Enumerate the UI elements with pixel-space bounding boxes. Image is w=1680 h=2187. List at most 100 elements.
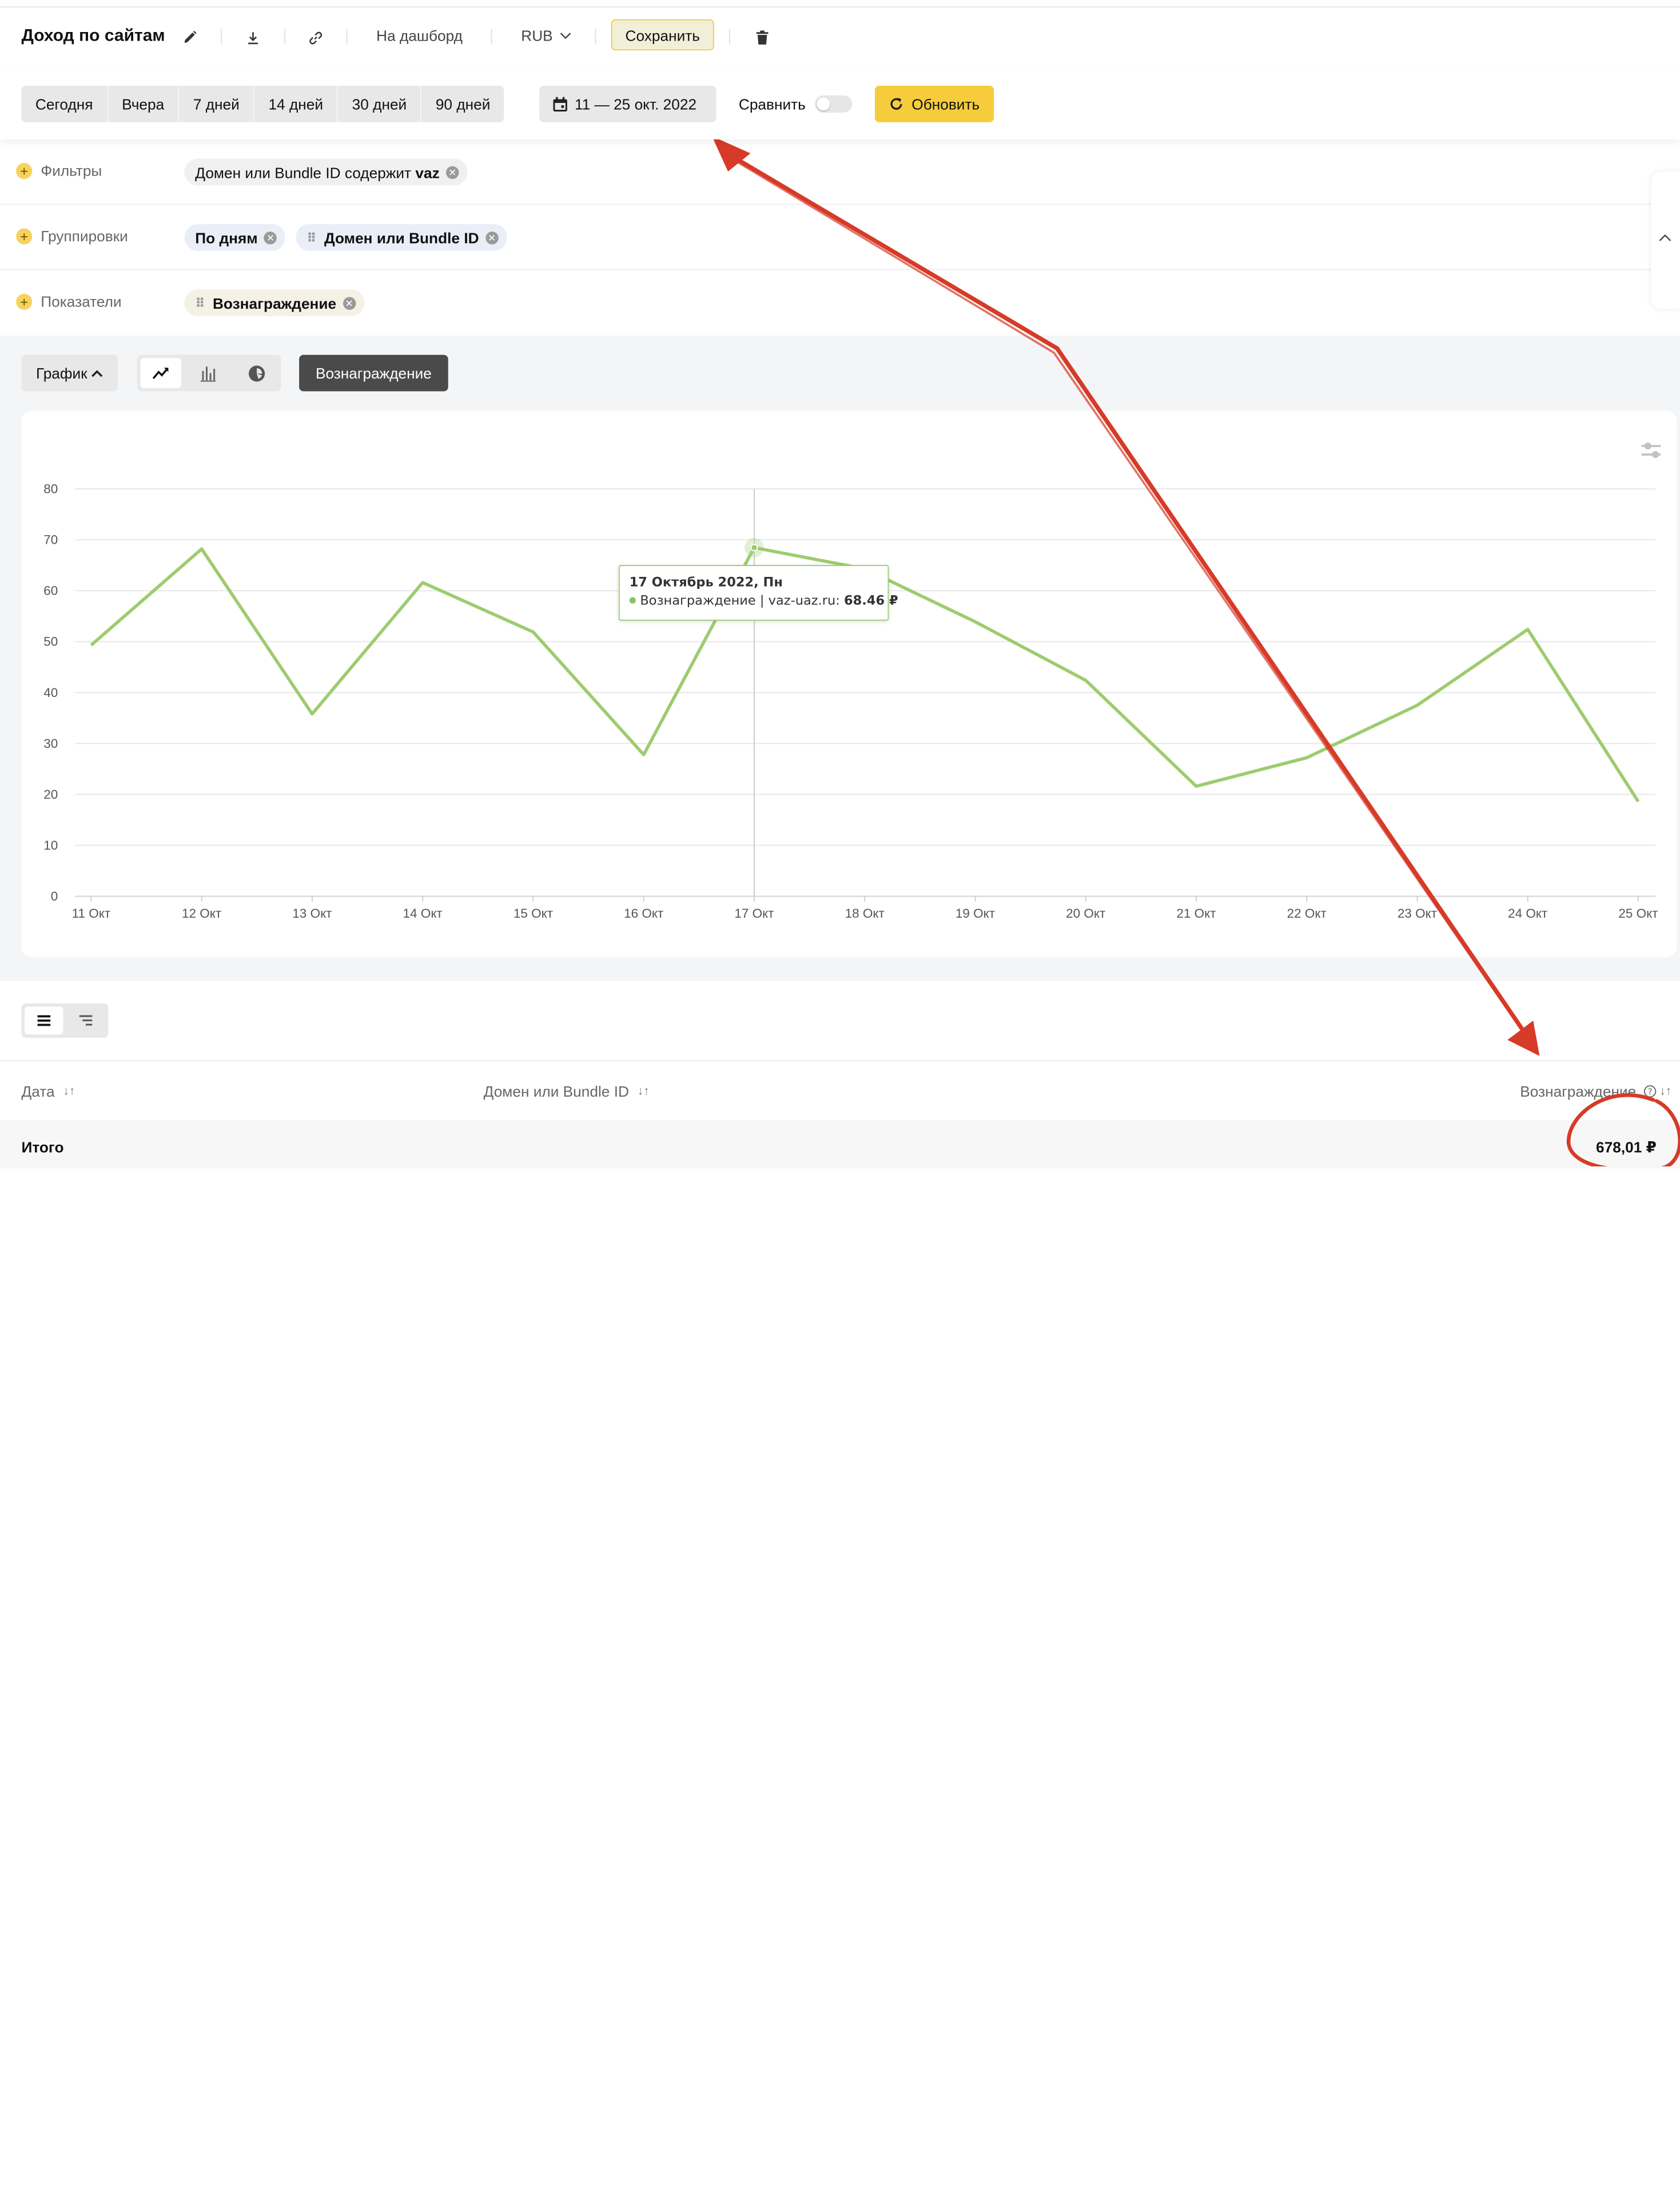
sort-icon[interactable]: ↓↑ bbox=[638, 1085, 650, 1098]
chart-section: График Вознаграждение 010203040506070801… bbox=[0, 336, 1680, 981]
filter-chip[interactable]: Домен или Bundle ID содержит vaz ✕ bbox=[185, 159, 468, 186]
y-tick-label: 10 bbox=[43, 838, 58, 853]
drag-handle-icon[interactable]: ⠿ bbox=[306, 230, 316, 245]
data-point bbox=[974, 620, 977, 624]
data-point bbox=[642, 753, 646, 756]
metric-chip-label: Вознаграждение bbox=[213, 294, 336, 312]
x-tick-label: 18 Окт bbox=[845, 906, 885, 921]
data-point bbox=[1637, 800, 1640, 803]
data-point-highlighted bbox=[751, 544, 757, 551]
report-toolbar: Доход по сайтам На дашборд RUB Сохранить bbox=[0, 7, 1680, 67]
date-range-value: 11 — 25 окт. 2022 bbox=[575, 95, 696, 113]
groupings-label[interactable]: Группировки bbox=[41, 228, 128, 245]
period-90-days[interactable]: 90 дней bbox=[421, 86, 504, 122]
table-total-row: Итого 678,01 ₽ bbox=[0, 1120, 1680, 1168]
remove-metric-icon[interactable]: ✕ bbox=[343, 296, 356, 309]
remove-grouping-icon[interactable]: ✕ bbox=[264, 231, 277, 244]
metrics-label[interactable]: Показатели bbox=[41, 293, 121, 310]
period-7-days[interactable]: 7 дней bbox=[179, 86, 254, 122]
grouping-chip-label: По дням bbox=[195, 229, 257, 246]
line-chart: 0102030405060708011 Окт12 Окт13 Окт14 Ок… bbox=[22, 411, 1677, 957]
x-tick-label: 11 Окт bbox=[72, 906, 111, 921]
x-tick-label: 16 Окт bbox=[624, 906, 663, 921]
tooltip-series: Вознаграждение | vaz-uaz.ru: bbox=[640, 593, 839, 608]
bar-chart-icon bbox=[200, 365, 217, 382]
grouping-chip-domain[interactable]: ⠿ Домен или Bundle ID ✕ bbox=[296, 224, 507, 251]
series-dot-icon bbox=[630, 597, 636, 603]
x-tick-label: 23 Окт bbox=[1398, 906, 1437, 921]
table-view-selector bbox=[22, 1003, 109, 1038]
data-point bbox=[200, 547, 204, 551]
flat-table-view-button[interactable] bbox=[25, 1007, 63, 1035]
add-metric-icon[interactable]: + bbox=[16, 294, 32, 310]
x-tick-label: 21 Окт bbox=[1176, 906, 1216, 921]
refresh-icon bbox=[889, 97, 904, 111]
remove-filter-icon[interactable]: ✕ bbox=[446, 166, 459, 179]
metric-series-button[interactable]: Вознаграждение bbox=[299, 355, 448, 392]
data-point bbox=[421, 581, 424, 584]
refresh-button[interactable]: Обновить bbox=[875, 86, 994, 122]
y-tick-label: 0 bbox=[51, 889, 58, 903]
data-point bbox=[532, 630, 535, 634]
column-header-date[interactable]: Дата↓↑ bbox=[22, 1083, 75, 1100]
sort-icon[interactable]: ↓↑ bbox=[1660, 1085, 1672, 1098]
period-yesterday[interactable]: Вчера bbox=[108, 86, 180, 122]
edit-icon[interactable] bbox=[175, 22, 205, 53]
y-tick-label: 30 bbox=[43, 736, 58, 751]
data-point bbox=[1084, 679, 1088, 682]
table-header: Дата↓↑ Домен или Bundle ID ↓↑ Вознагражде… bbox=[0, 1060, 1680, 1121]
calendar-icon bbox=[552, 96, 568, 112]
drag-handle-icon[interactable]: ⠿ bbox=[195, 296, 204, 310]
period-selector: Сегодня Вчера 7 дней 14 дней 30 дней 90 … bbox=[22, 86, 504, 122]
x-tick-label: 24 Окт bbox=[1508, 906, 1547, 921]
y-tick-label: 50 bbox=[43, 635, 58, 649]
tree-table-view-button[interactable] bbox=[66, 1007, 105, 1035]
add-filter-icon[interactable]: + bbox=[16, 163, 32, 179]
filter-chip-text: Домен или Bundle ID содержит bbox=[195, 164, 415, 181]
save-button[interactable]: Сохранить bbox=[611, 19, 714, 50]
line-chart-icon bbox=[152, 365, 169, 380]
chart-tooltip: 17 Октябрь 2022, Пн Вознаграждение | vaz… bbox=[619, 565, 889, 621]
download-icon[interactable] bbox=[238, 22, 268, 53]
chevron-up-icon[interactable] bbox=[1658, 230, 1673, 245]
data-point bbox=[90, 644, 93, 647]
column-header-label: Домен или Bundle ID bbox=[484, 1083, 629, 1100]
compare-toggle[interactable] bbox=[815, 95, 853, 113]
y-tick-label: 80 bbox=[43, 482, 58, 496]
date-range-picker[interactable]: 11 — 25 окт. 2022 bbox=[539, 86, 716, 122]
filters-label[interactable]: Фильтры bbox=[41, 162, 102, 179]
line-chart-view-button[interactable] bbox=[141, 358, 181, 388]
column-header-reward[interactable]: Вознаграждение ? ↓↑ bbox=[1520, 1083, 1671, 1100]
graph-toggle-button[interactable]: График bbox=[22, 355, 118, 392]
y-tick-label: 70 bbox=[43, 533, 58, 547]
data-point bbox=[1305, 756, 1308, 759]
data-point bbox=[1416, 704, 1419, 707]
sort-icon[interactable]: ↓↑ bbox=[63, 1085, 75, 1098]
to-dashboard-link[interactable]: На дашборд bbox=[376, 27, 463, 44]
period-today[interactable]: Сегодня bbox=[22, 86, 108, 122]
x-tick-label: 15 Окт bbox=[513, 906, 553, 921]
pie-chart-view-button[interactable] bbox=[236, 358, 277, 388]
grouping-chip-days[interactable]: По дням ✕ bbox=[185, 224, 286, 251]
graph-toggle-label: График bbox=[36, 365, 87, 382]
period-30-days[interactable]: 30 дней bbox=[338, 86, 421, 122]
metric-chip[interactable]: ⠿ Вознаграждение ✕ bbox=[185, 289, 364, 316]
currency-value: RUB bbox=[521, 27, 552, 44]
trash-icon[interactable] bbox=[747, 22, 778, 53]
date-controls: Сегодня Вчера 7 дней 14 дней 30 дней 90 … bbox=[0, 66, 1680, 140]
help-icon[interactable]: ? bbox=[1643, 1085, 1657, 1098]
metrics-row: + Показатели ⠿ Вознаграждение ✕ bbox=[0, 270, 1680, 335]
remove-grouping-icon[interactable]: ✕ bbox=[485, 231, 499, 244]
bar-chart-view-button[interactable] bbox=[188, 358, 228, 388]
chart-card: 0102030405060708011 Окт12 Окт13 Окт14 Ок… bbox=[22, 411, 1677, 957]
period-14-days[interactable]: 14 дней bbox=[254, 86, 338, 122]
x-tick-label: 19 Окт bbox=[956, 906, 995, 921]
add-grouping-icon[interactable]: + bbox=[16, 228, 32, 244]
chart-view-selector bbox=[137, 355, 281, 392]
groupings-row: + Группировки По дням ✕ ⠿ Домен или Bund… bbox=[0, 205, 1680, 270]
x-tick-label: 12 Окт bbox=[182, 906, 221, 921]
chevron-up-icon bbox=[91, 369, 103, 377]
link-icon[interactable] bbox=[300, 22, 331, 53]
currency-select[interactable]: RUB bbox=[521, 27, 571, 44]
column-header-domain[interactable]: Домен или Bundle ID ↓↑ bbox=[484, 1083, 650, 1100]
